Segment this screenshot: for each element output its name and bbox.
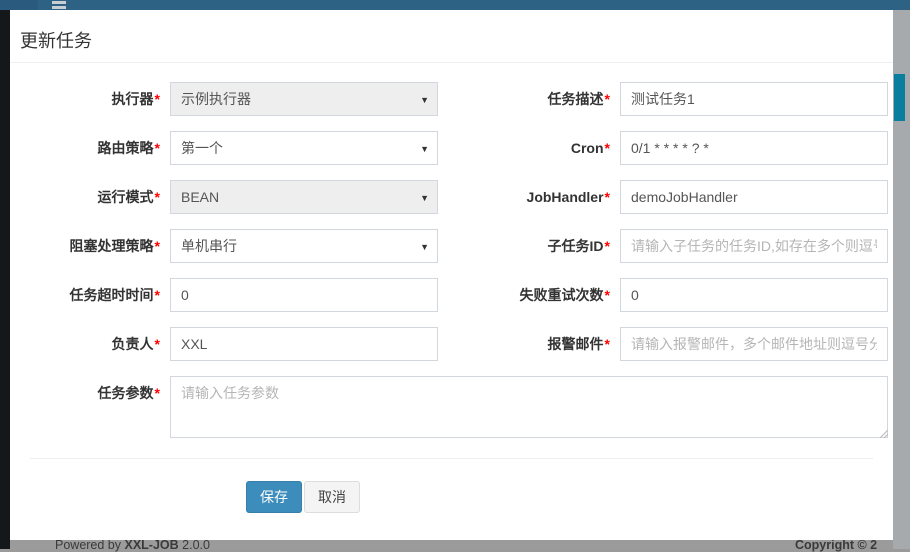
executor-label: 执行器* (10, 82, 160, 116)
navbar-logo-block (0, 0, 38, 10)
block-strategy-label: 阻塞处理策略* (10, 229, 160, 263)
chevron-down-icon: ▼ (420, 241, 429, 253)
block-strategy-select[interactable]: 单机串行 ▼ (170, 229, 438, 263)
title-divider (10, 62, 893, 63)
scrollbar-track[interactable] (893, 10, 910, 549)
fail-retry-input[interactable] (620, 278, 888, 312)
alarm-email-input[interactable] (620, 327, 888, 361)
form-divider (30, 458, 873, 459)
chevron-down-icon: ▼ (420, 94, 429, 106)
job-desc-input[interactable] (620, 82, 888, 116)
cron-input[interactable] (620, 131, 888, 165)
glue-type-label: 运行模式* (10, 180, 160, 214)
chevron-down-icon: ▼ (420, 192, 429, 204)
cancel-button[interactable]: 取消 (304, 481, 360, 513)
footer-powered-by: Powered by XXL-JOB 2.0.0 (55, 538, 210, 552)
hamburger-icon[interactable] (52, 0, 66, 10)
job-desc-label: 任务描述* (460, 82, 610, 116)
jobhandler-input[interactable] (620, 180, 888, 214)
timeout-input[interactable] (170, 278, 438, 312)
timeout-label: 任务超时时间* (10, 278, 160, 312)
update-task-modal: 更新任务 执行器* 示例执行器 ▼ 任务描述* 路由策略* 第一个 ▼ Cron… (10, 10, 893, 540)
route-strategy-select[interactable]: 第一个 ▼ (170, 131, 438, 165)
job-param-label: 任务参数* (10, 376, 160, 410)
scrollbar-thumb[interactable] (894, 74, 905, 121)
child-jobid-label: 子任务ID* (460, 229, 610, 263)
fail-retry-label: 失败重试次数* (460, 278, 610, 312)
glue-type-select: BEAN ▼ (170, 180, 438, 214)
executor-select: 示例执行器 ▼ (170, 82, 438, 116)
cron-label: Cron* (460, 131, 610, 165)
modal-title: 更新任务 (20, 27, 92, 53)
save-button[interactable]: 保存 (246, 481, 302, 513)
chevron-down-icon: ▼ (420, 143, 429, 155)
author-label: 负责人* (10, 327, 160, 361)
route-strategy-label: 路由策略* (10, 131, 160, 165)
child-jobid-input[interactable] (620, 229, 888, 263)
job-param-textarea[interactable] (170, 376, 888, 438)
top-navbar (0, 0, 910, 10)
alarm-email-label: 报警邮件* (460, 327, 610, 361)
author-input[interactable] (170, 327, 438, 361)
jobhandler-label: JobHandler* (460, 180, 610, 214)
sidebar-edge (0, 10, 10, 549)
footer-copyright: Copyright © 2 (795, 538, 877, 552)
